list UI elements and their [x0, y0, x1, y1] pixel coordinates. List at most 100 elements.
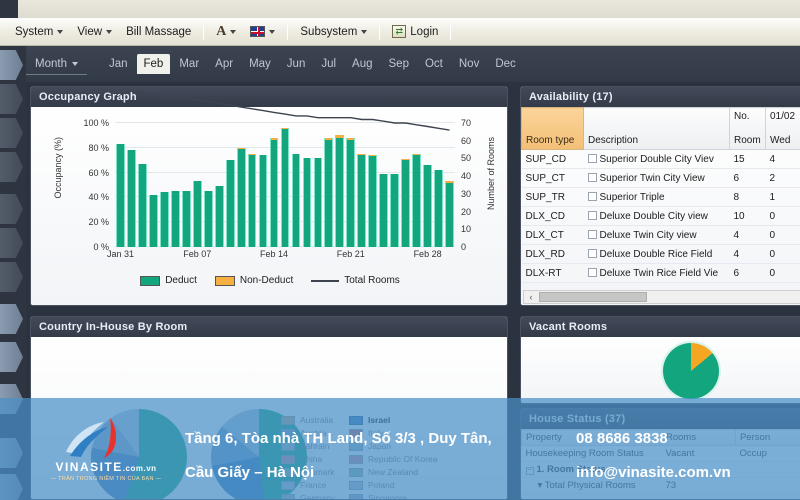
menu-item-view-label: View [77, 25, 103, 38]
sidebar-stub-7[interactable] [0, 262, 23, 292]
table-row[interactable]: DLX-RT Deluxe Twin Rice Field Vie 6 0 [521, 263, 800, 283]
sidebar-stub-1[interactable] [0, 50, 23, 80]
cell-no-room: 6 [729, 263, 766, 283]
availability-header-row: Room type Description No. Room 01/02 Wed [521, 107, 800, 150]
column-header-room-type[interactable]: Room type [521, 107, 584, 150]
chevron-down-icon [71, 61, 78, 66]
application-window: System View Bill Massage A Subsystem ⇄ L… [0, 0, 800, 500]
logo-swoosh-icon [66, 418, 117, 458]
menu-item-bill-massage-label: Bill Massage [126, 25, 192, 38]
column-header-no-room[interactable]: No. Room [729, 107, 766, 150]
y-tick-label: 20 % [88, 217, 109, 228]
y2-tick-label: 60 [461, 135, 472, 146]
tab-aug[interactable]: Aug [345, 54, 379, 74]
availability-panel-body: Room type Description No.Room 01/02 Wed [521, 107, 800, 305]
tab-nov[interactable]: Nov [452, 54, 486, 74]
occupancy-graph-title: Occupancy Graph [31, 87, 507, 107]
menu-item-login[interactable]: ⇄ Login [385, 22, 445, 41]
logo-wordmark: VINASITE.com.vn [42, 460, 170, 474]
x-tick-label: Feb 14 [260, 249, 289, 259]
cell-description: Deluxe Double City view [583, 206, 730, 226]
row-checkbox[interactable] [587, 172, 597, 182]
cell-date-0102: 0 [765, 244, 800, 264]
chevron-down-icon [361, 29, 368, 34]
table-row[interactable]: SUP_CD Superior Double City Viev 15 4 [521, 149, 800, 169]
sidebar-stub-3[interactable] [0, 118, 23, 148]
table-row[interactable]: SUP_TR Superior Triple 8 1 [521, 187, 800, 207]
cell-description: Deluxe Twin City view [583, 225, 730, 245]
menu-item-system[interactable]: System [8, 23, 70, 41]
y-tick-label: 40 % [88, 192, 109, 203]
tab-apr[interactable]: Apr [208, 54, 240, 74]
column-header-description[interactable]: Description [583, 107, 730, 150]
sidebar-stub-2[interactable] [0, 84, 23, 114]
menu-separator [379, 23, 381, 40]
tab-jan[interactable]: Jan [102, 54, 135, 74]
table-row[interactable]: DLX_CD Deluxe Double City view 10 0 [521, 206, 800, 226]
scrollbar-thumb[interactable] [539, 292, 647, 302]
logo-brand-suffix: .com.vn [122, 464, 157, 473]
sidebar-stub-9[interactable] [0, 342, 23, 372]
legend-item-deduct: Deduct [140, 275, 197, 286]
x-tick-label: Feb 21 [336, 249, 365, 259]
font-icon: A [216, 23, 227, 39]
y-axis-label: Occupancy (%) [53, 137, 63, 199]
tab-oct[interactable]: Oct [418, 54, 450, 74]
menu-item-bill-massage[interactable]: Bill Massage [119, 23, 198, 41]
menu-item-system-label: System [15, 25, 54, 38]
month-selector[interactable]: Month [26, 54, 87, 75]
table-row[interactable]: DLX_CT Deluxe Twin City view 4 0 [521, 225, 800, 245]
y2-tick-label: 70 [461, 118, 472, 128]
sidebar-stub-5[interactable] [0, 194, 23, 224]
tab-jul[interactable]: Jul [314, 54, 343, 74]
scroll-left-icon[interactable]: ‹ [524, 292, 538, 302]
row-checkbox[interactable] [587, 153, 597, 163]
menu-separator [203, 23, 205, 40]
y2-tick-label: 20 [461, 206, 472, 217]
availability-table: Room type Description No.Room 01/02 Wed [521, 107, 800, 283]
cell-no-room: 6 [729, 168, 766, 188]
sidebar-stub-4[interactable] [0, 152, 23, 182]
vacant-rooms-body [521, 337, 800, 403]
menu-item-language[interactable] [243, 23, 282, 40]
sidebar-stub-8[interactable] [0, 304, 23, 334]
row-checkbox[interactable] [587, 210, 597, 220]
overlay-phone: 08 8686 3838 [576, 430, 668, 447]
table-row[interactable]: DLX_RD Deluxe Double Rice Field 4 0 [521, 244, 800, 264]
cell-no-room: 4 [729, 225, 766, 245]
cell-date-0102: 4 [765, 149, 800, 169]
country-panel-title: Country In-House By Room [31, 317, 507, 337]
legend-label-deduct: Deduct [165, 275, 197, 286]
window-corner [0, 0, 18, 18]
menu-item-subsystem[interactable]: Subsystem [293, 23, 374, 41]
tab-feb[interactable]: Feb [136, 54, 171, 74]
tab-sep[interactable]: Sep [382, 54, 416, 74]
menu-item-login-label: Login [410, 25, 439, 38]
legend-line-total-rooms [311, 279, 340, 282]
row-checkbox[interactable] [587, 267, 597, 277]
tab-mar[interactable]: Mar [172, 54, 206, 74]
y-tick-label: 100 % [83, 118, 109, 128]
overlay-address-line-2: Cầu Giấy – Hà Nội [185, 464, 315, 481]
table-row[interactable]: SUP_CT Superior Twin City View 6 2 [521, 168, 800, 188]
cell-no-room: 4 [729, 244, 766, 264]
y2-tick-label: 40 [461, 171, 472, 182]
menu-item-view[interactable]: View [70, 23, 119, 41]
column-header-date-0102[interactable]: 01/02 Wed [765, 107, 800, 150]
cell-room-type: DLX-RT [521, 263, 584, 283]
menu-item-font[interactable]: A [209, 21, 243, 43]
availability-horizontal-scrollbar[interactable]: ‹ [523, 290, 800, 304]
y-tick-label: 80 % [88, 142, 109, 153]
row-checkbox[interactable] [587, 191, 597, 201]
tab-dec[interactable]: Dec [488, 54, 522, 74]
tab-may[interactable]: May [242, 54, 278, 74]
row-checkbox[interactable] [587, 229, 597, 239]
cell-description: Deluxe Double Rice Field [583, 244, 730, 264]
logo-tagline: — TRÂN TRỌNG NIỀM TIN CỦA BẠN — [50, 476, 162, 482]
sidebar-stub-6[interactable] [0, 228, 23, 258]
row-checkbox[interactable] [587, 248, 597, 258]
tab-jun[interactable]: Jun [280, 54, 313, 74]
month-tab-bar: Month Jan Feb Mar Apr May Jun Jul Aug Se… [0, 46, 800, 82]
main-menu-bar: System View Bill Massage A Subsystem ⇄ L… [0, 18, 800, 46]
login-icon: ⇄ [392, 25, 407, 38]
